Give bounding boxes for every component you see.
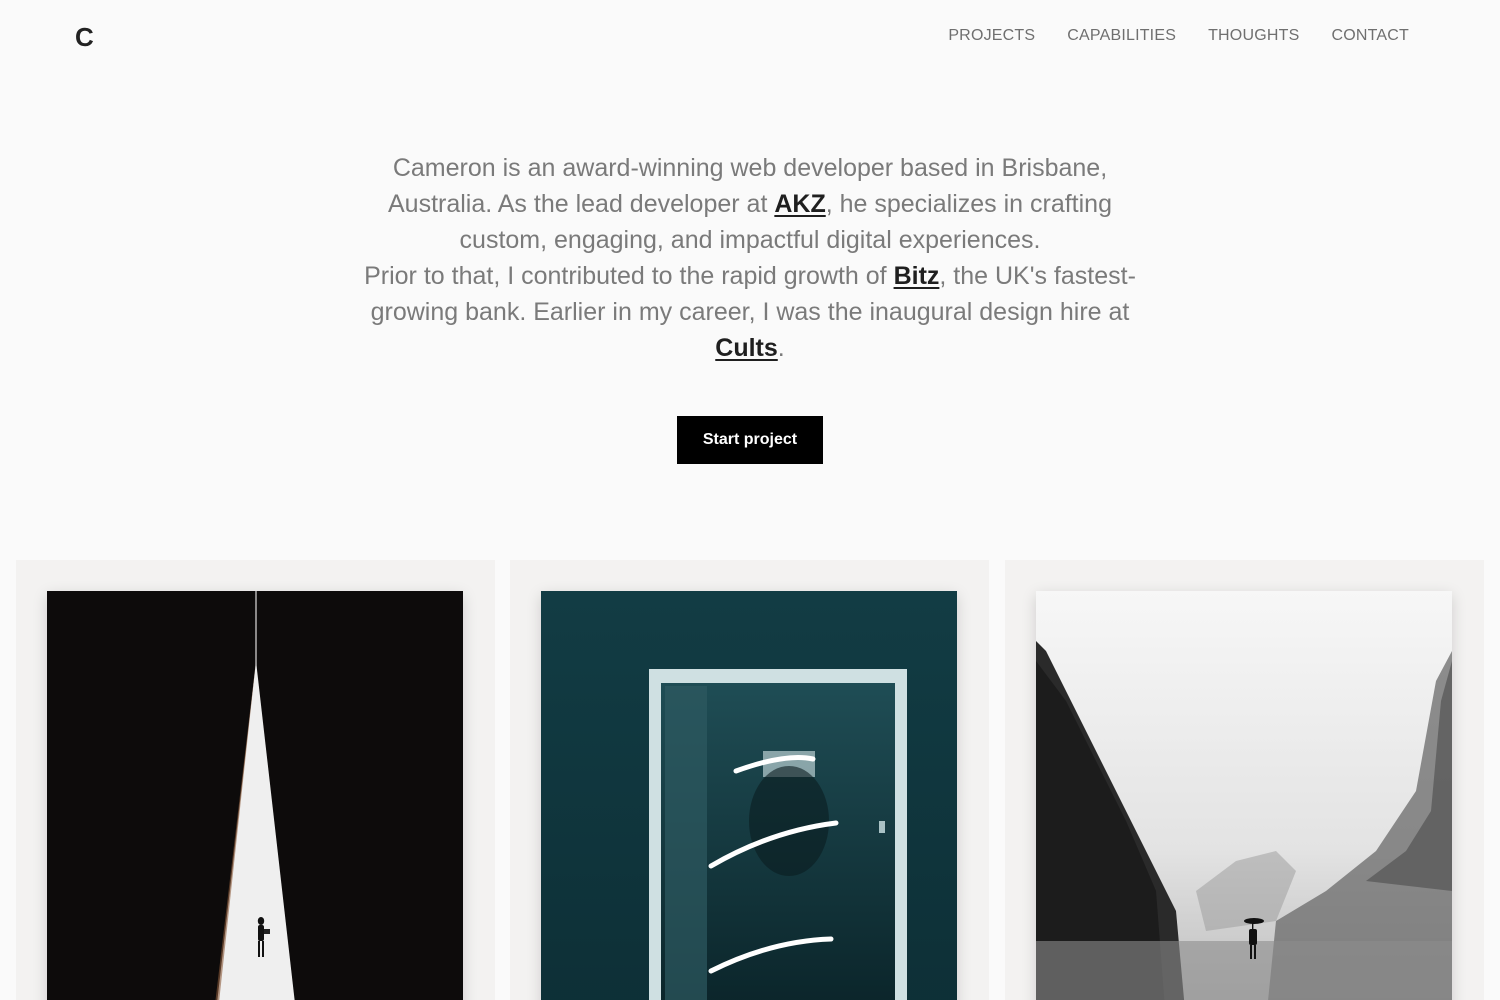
bitz-link[interactable]: Bitz [894,262,940,290]
nav-contact[interactable]: CONTACT [1331,27,1409,45]
start-project-button[interactable]: Start project [677,416,823,464]
cults-link[interactable]: Cults [715,334,778,362]
intro-text: Cameron is an award-winning web develope… [360,150,1140,366]
project-image-doorway [541,591,957,1000]
intro-paragraph-2: Prior to that, I contributed to the rapi… [360,258,1140,366]
intro-paragraph-1: Cameron is an award-winning web develope… [360,150,1140,258]
project-card-2[interactable] [510,560,989,1000]
project-image-curtain [47,591,463,1000]
nav-projects[interactable]: PROJECTS [948,27,1035,45]
intro-text-2a: Prior to that, I contributed to the rapi… [364,262,894,290]
project-card-1[interactable] [16,560,495,1000]
project-image-foggy-street [1036,591,1452,1000]
intro-text-2c: . [777,334,785,362]
site-logo[interactable]: C [75,22,94,53]
nav-capabilities[interactable]: CAPABILITIES [1067,27,1176,45]
main-nav: PROJECTS CAPABILITIES THOUGHTS CONTACT [948,27,1409,45]
project-card-3[interactable] [1005,560,1484,1000]
akz-link[interactable]: AKZ [774,190,825,218]
nav-thoughts[interactable]: THOUGHTS [1208,27,1299,45]
